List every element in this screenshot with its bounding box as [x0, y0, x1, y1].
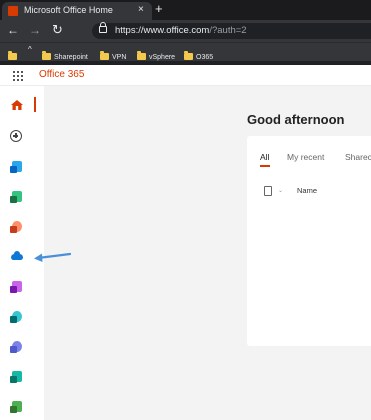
teams-icon [10, 341, 22, 353]
address-bar[interactable]: https://www.office.com/?auth=2 [92, 22, 371, 39]
rail-item-onenote[interactable] [8, 278, 26, 296]
rail-item-powerpoint[interactable] [8, 218, 26, 236]
tab-my-recent[interactable]: My recent [287, 152, 324, 162]
lock-icon[interactable] [99, 22, 107, 33]
bookmarks-overflow-chevron-icon[interactable]: ^ [28, 45, 32, 57]
sharepoint-icon [10, 311, 22, 323]
files-card: All My recent Sharec ⌄ Name [247, 136, 371, 346]
browser-chrome: Microsoft Office Home × + ← → ↻ https://… [0, 0, 371, 65]
bookmark-vpn[interactable]: VPN [100, 46, 127, 61]
folder-icon [42, 51, 51, 60]
project-icon [10, 401, 22, 413]
rail-item-onedrive[interactable] [8, 248, 26, 266]
url-host: https://www.office.com [115, 25, 210, 36]
sort-chevron-icon[interactable]: ⌄ [278, 187, 283, 194]
column-header-name[interactable]: Name [297, 186, 317, 195]
bookmark-label: O365 [196, 54, 214, 61]
rail-item-excel[interactable] [8, 188, 26, 206]
bookmark-sharepoint[interactable]: Sharepoint [42, 46, 88, 61]
main-content: Good afternoon All My recent Sharec ⌄ Na… [44, 86, 371, 420]
rail-item-outlook[interactable] [8, 158, 26, 176]
browser-tab[interactable]: Microsoft Office Home × [2, 2, 152, 20]
outlook-icon [10, 161, 22, 173]
tab-strip: Microsoft Office Home × + [0, 0, 371, 20]
tab-all[interactable]: All [260, 152, 269, 162]
address-url[interactable]: https://www.office.com/?auth=2 [115, 25, 247, 36]
office-365-brand[interactable]: Office 365 [39, 69, 84, 80]
bookmark-folder[interactable] [8, 46, 20, 60]
rail-item-teams[interactable] [8, 338, 26, 356]
onenote-icon [10, 281, 22, 293]
office-app-bar: Office 365 [0, 65, 371, 86]
sway-icon [10, 371, 22, 383]
new-tab-button[interactable]: + [155, 1, 163, 16]
rail-item-project[interactable] [8, 398, 26, 416]
bookmarks-bar: ^ Sharepoint VPN vSphere O365 [0, 42, 371, 61]
folder-icon [100, 51, 109, 60]
tab-title: Microsoft Office Home [24, 5, 113, 15]
rail-item-sway[interactable] [8, 368, 26, 386]
active-indicator [34, 97, 36, 112]
office-favicon-icon [8, 6, 18, 16]
folder-icon [184, 51, 193, 60]
bookmark-o365[interactable]: O365 [184, 46, 214, 61]
back-button[interactable]: ← [7, 23, 19, 37]
folder-icon [8, 51, 17, 60]
file-type-icon [264, 186, 272, 196]
folder-icon [137, 51, 146, 60]
app-launcher-waffle-icon[interactable] [13, 71, 23, 81]
bookmark-label: Sharepoint [54, 54, 88, 61]
powerpoint-icon [10, 221, 22, 233]
rail-item-home[interactable] [8, 96, 26, 114]
active-tab-underline [260, 165, 270, 167]
tab-close-icon[interactable]: × [138, 4, 144, 15]
rail-item-create[interactable] [8, 128, 26, 146]
plus-circle-icon [10, 130, 22, 142]
reload-button[interactable]: ↻ [52, 22, 63, 38]
rail-item-sharepoint[interactable] [8, 308, 26, 326]
navigation-bar: ← → ↻ https://www.office.com/?auth=2 [0, 20, 371, 42]
bookmark-label: vSphere [149, 54, 176, 61]
excel-icon [10, 191, 22, 203]
bookmark-vsphere[interactable]: vSphere [137, 46, 176, 61]
forward-button[interactable]: → [29, 23, 41, 37]
greeting-heading: Good afternoon [247, 112, 345, 127]
home-icon [11, 100, 23, 110]
url-path: /?auth=2 [209, 25, 247, 36]
bookmark-label: VPN [112, 54, 127, 61]
onedrive-icon [11, 251, 23, 260]
tab-shared[interactable]: Sharec [345, 152, 371, 162]
